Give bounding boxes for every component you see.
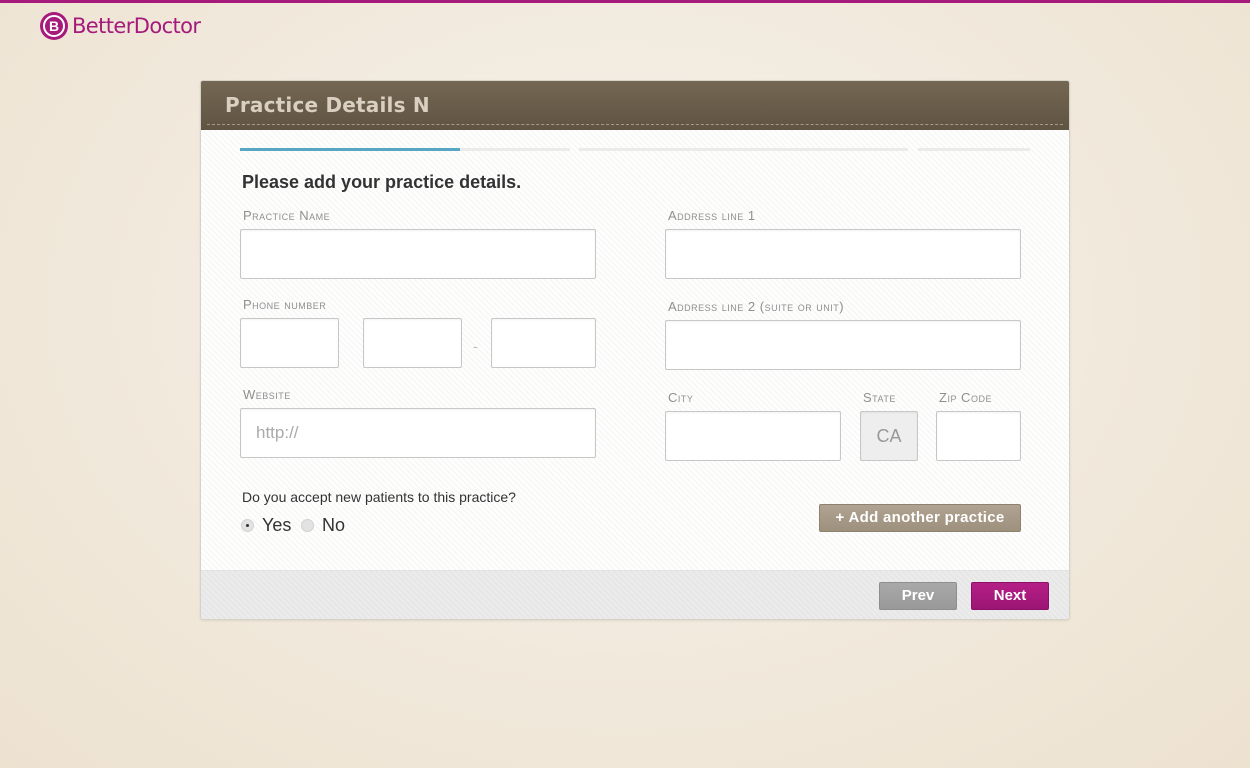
prev-button[interactable]: Prev	[879, 582, 957, 610]
address-line-1-label: Address line 1	[668, 208, 756, 223]
city-label: City	[668, 390, 694, 405]
progress-step-4	[918, 148, 1030, 151]
card-title: Practice Details N	[225, 93, 430, 117]
state-input[interactable]	[860, 411, 918, 461]
website-input[interactable]	[240, 408, 596, 458]
phone-prefix-input[interactable]	[363, 318, 462, 368]
new-patients-question: Do you accept new patients to this pract…	[242, 489, 516, 505]
logo-mark-letter: B	[43, 15, 65, 37]
city-input[interactable]	[665, 411, 841, 461]
zip-code-input[interactable]	[936, 411, 1021, 461]
progress-step-1	[240, 148, 460, 151]
address-line-1-input[interactable]	[665, 229, 1021, 279]
zip-code-label: Zip Code	[939, 390, 992, 405]
radio-no-button[interactable]	[301, 519, 314, 532]
progress-step-2	[460, 148, 570, 151]
state-label: State	[863, 390, 896, 405]
phone-area-code-input[interactable]	[240, 318, 339, 368]
form-heading: Please add your practice details.	[242, 172, 522, 192]
practice-name-label: Practice Name	[243, 208, 331, 223]
phone-separator: -	[473, 338, 478, 354]
card-header: Practice Details N	[201, 81, 1069, 130]
address-line-2-input[interactable]	[665, 320, 1021, 370]
phone-line-input[interactable]	[491, 318, 596, 368]
practice-details-card: Practice Details N Please add your pract…	[200, 80, 1070, 620]
add-another-practice-button[interactable]: + Add another practice	[819, 504, 1021, 532]
radio-no-label: No	[322, 515, 346, 535]
radio-yes-button[interactable]	[241, 519, 254, 532]
website-label: Website	[243, 387, 291, 402]
progress-step-3	[579, 148, 908, 151]
practice-name-input[interactable]	[240, 229, 596, 279]
brand-logo[interactable]: B BetterDoctor	[40, 11, 201, 41]
radio-option-no[interactable]: No	[301, 515, 345, 536]
brand-name: BetterDoctor	[72, 14, 201, 38]
next-button[interactable]: Next	[971, 582, 1049, 610]
address-line-2-label: Address line 2 (suite or unit)	[668, 299, 845, 314]
top-accent-bar	[0, 0, 1250, 3]
card-footer: Prev Next	[201, 570, 1069, 619]
phone-number-label: Phone number	[243, 297, 327, 312]
radio-option-yes[interactable]: Yes	[241, 515, 291, 536]
radio-yes-label: Yes	[262, 515, 292, 535]
logo-icon: B	[40, 12, 68, 40]
header-stitch-divider	[207, 124, 1063, 125]
